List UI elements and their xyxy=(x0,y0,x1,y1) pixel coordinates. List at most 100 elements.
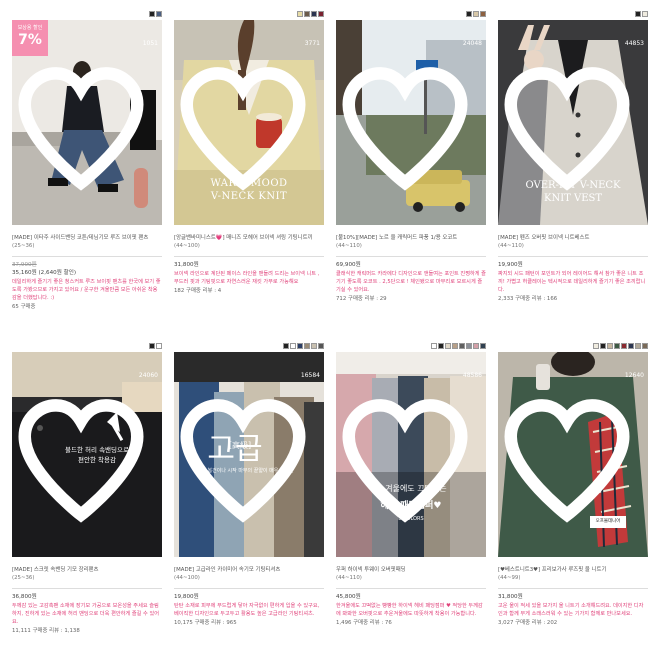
purchase-review-count: 11,111 구매중 리뷰 : 1,138 xyxy=(12,628,80,634)
product-description: 고운 울이 적세 있을 보가지 울 니트기 소개해드려요. 데이지한 디자인과 … xyxy=(498,603,644,617)
product-description: 한겨울에도 끄떡없는 빵빵한 하이넥 헤비 패딩점퍼 ♥ 적당한 두께감에 봐봐… xyxy=(336,603,483,617)
product-description: 브이넥 라인으로 계단된 페이스 라인을 맨들려 드리는 브이넥 니트 , 부드… xyxy=(174,271,320,285)
color-swatch[interactable] xyxy=(311,343,317,349)
product-image[interactable]: 불드한 허리 속밴딩으로 편안한 착용감 24060 xyxy=(12,352,162,557)
color-swatch[interactable] xyxy=(635,11,641,17)
heart-icon[interactable] xyxy=(336,24,480,225)
product-grid: 보상용 할인 7% 1051 [MADE] 이타주 사이드밴딩 코튼/데님기모 … xyxy=(0,0,664,652)
color-swatch[interactable] xyxy=(311,11,317,17)
purchase-review-count: 712 구매중 리뷰 : 29 xyxy=(336,296,387,302)
color-swatch[interactable] xyxy=(642,11,648,17)
product-info: [♥베스트니트3♥] 프리보가사 루즈핏 울 니트기 (44~99) 31,80… xyxy=(498,566,648,627)
product-image[interactable]: 고급 [高級] : 봄건이나 시작 마무의 끝얇이 매우 뛰어난 16584 xyxy=(174,352,324,557)
sale-price: 45,800원 xyxy=(336,594,361,600)
like-count: 1051 xyxy=(142,40,158,47)
product-description: 짜지되 시드 패턴이 포인트가 되어 레이어드 해서 참가 좋은 니트 조끼! … xyxy=(498,271,646,293)
product-image[interactable]: WARM MOOD V-NECK KNIT 3771 xyxy=(174,20,324,225)
product-image[interactable]: 한 겨울에도 끄떡없는 헤비 패딩점퍼♥ 8 COLORS 48586 xyxy=(336,352,486,557)
color-swatches xyxy=(593,343,648,351)
heart-icon[interactable] xyxy=(498,24,642,225)
sale-price: 69,900원 xyxy=(336,262,361,268)
purchase-review-count: 10,175 구매중 리뷰 : 965 xyxy=(174,620,237,626)
color-swatch[interactable] xyxy=(156,343,162,349)
heart-icon[interactable] xyxy=(12,356,156,557)
color-swatch[interactable] xyxy=(480,343,486,349)
product-description: 탄탄 소재로 피부에 부드럽게 닿아 자극없이 편하게 입을 수 있구요, 베이… xyxy=(174,603,320,617)
sale-price: 31,800원 xyxy=(174,262,199,268)
color-swatches xyxy=(431,343,486,351)
sale-price: 35,160원 (2,640원 할인) xyxy=(12,270,77,276)
product-size: (44~110) xyxy=(336,575,362,581)
like-count: 24060 xyxy=(138,372,158,379)
color-swatch[interactable] xyxy=(438,343,444,349)
product-info: [불10%][MADE] 노르 울 캐릭머드 파풍 1/용 오코트 (44~11… xyxy=(336,234,486,303)
product-name[interactable]: [앙글밴바미니스트💗] 매니즈 모헤어 브이넥 셔링 기팅니트끼 xyxy=(174,234,324,242)
color-swatch[interactable] xyxy=(445,343,451,349)
like-count: 44853 xyxy=(624,40,644,47)
color-swatches xyxy=(283,343,324,351)
sale-price: 19,900원 xyxy=(498,262,523,268)
product-size: (25~36) xyxy=(12,243,35,249)
heart-icon[interactable] xyxy=(174,24,318,225)
color-swatch[interactable] xyxy=(466,11,472,17)
color-swatch[interactable] xyxy=(290,343,296,349)
product-image[interactable]: 24048 xyxy=(336,20,486,225)
color-swatch[interactable] xyxy=(628,343,634,349)
divider xyxy=(498,256,648,257)
heart-icon[interactable] xyxy=(12,24,156,225)
color-swatch[interactable] xyxy=(304,11,310,17)
color-swatch[interactable] xyxy=(473,343,479,349)
purchase-review-count: 1,496 구매중 리뷰 : 76 xyxy=(336,620,392,626)
color-swatches xyxy=(149,11,162,19)
product-image[interactable]: 보상용 할인 7% 1051 xyxy=(12,20,162,225)
color-swatch[interactable] xyxy=(473,11,479,17)
product-name[interactable]: [♥베스트니트3♥] 프리보가사 루즈핏 울 니트기 xyxy=(498,566,648,574)
product-name[interactable]: [MADE] 스크릿 속밴딩 기모 장리팬츠 xyxy=(12,566,162,574)
color-swatch[interactable] xyxy=(621,343,627,349)
divider xyxy=(174,588,324,589)
color-swatch[interactable] xyxy=(149,343,155,349)
heart-icon[interactable] xyxy=(336,356,480,557)
product-name[interactable]: [불10%][MADE] 노르 울 캐릭머드 파풍 1/용 오코트 xyxy=(336,234,486,242)
color-swatches xyxy=(297,11,324,19)
color-swatch[interactable] xyxy=(600,343,606,349)
color-swatches xyxy=(635,11,648,19)
divider xyxy=(12,588,162,589)
color-swatch[interactable] xyxy=(642,343,648,349)
color-swatch[interactable] xyxy=(304,343,310,349)
color-swatch[interactable] xyxy=(459,343,465,349)
product-image[interactable]: OVER-FIT V-NECK KNIT VEST 44853 xyxy=(498,20,648,225)
like-count: 48586 xyxy=(462,372,482,379)
product-size: (25~36) xyxy=(12,575,35,581)
product-description: 데일리하게 즐기기 좋은 청스커트 루즈 브이핏 팬츠를 한국에 보기 좋도록 … xyxy=(12,279,161,301)
product-name[interactable]: [MADE] 펜즈 오버핏 브이넥 니트베스트 xyxy=(498,234,648,242)
color-swatch[interactable] xyxy=(466,343,472,349)
color-swatch[interactable] xyxy=(480,11,486,17)
product-size: (44~110) xyxy=(498,243,524,249)
like-count: 3771 xyxy=(304,40,320,47)
color-swatch[interactable] xyxy=(149,11,155,17)
divider xyxy=(12,256,162,257)
color-swatch[interactable] xyxy=(283,343,289,349)
color-swatch[interactable] xyxy=(318,11,324,17)
color-swatch[interactable] xyxy=(607,343,613,349)
product-size: (44~100) xyxy=(174,575,200,581)
product-name[interactable]: [MADE] 고급라인 카이미어 속기모 기팅티셔츠 xyxy=(174,566,324,574)
color-swatch[interactable] xyxy=(318,343,324,349)
color-swatch[interactable] xyxy=(431,343,437,349)
like-count: 12640 xyxy=(624,372,644,379)
color-swatch[interactable] xyxy=(635,343,641,349)
color-swatch[interactable] xyxy=(452,343,458,349)
product-image[interactable]: 오프몰데니어 12640 xyxy=(498,352,648,557)
color-swatch[interactable] xyxy=(297,11,303,17)
color-swatch[interactable] xyxy=(614,343,620,349)
like-count: 16584 xyxy=(300,372,320,379)
heart-icon[interactable] xyxy=(498,356,642,557)
heart-icon[interactable] xyxy=(174,356,318,557)
color-swatch[interactable] xyxy=(593,343,599,349)
color-swatch[interactable] xyxy=(297,343,303,349)
product-name[interactable]: 우퍼 하이넥 투웨이 오버핏패딩 xyxy=(336,566,486,574)
sale-price: 31,800원 xyxy=(498,594,523,600)
product-name[interactable]: [MADE] 이타주 사이드밴딩 코튼/데님기모 루즈 브이핏 팬츠 xyxy=(12,234,162,242)
color-swatch[interactable] xyxy=(156,11,162,17)
